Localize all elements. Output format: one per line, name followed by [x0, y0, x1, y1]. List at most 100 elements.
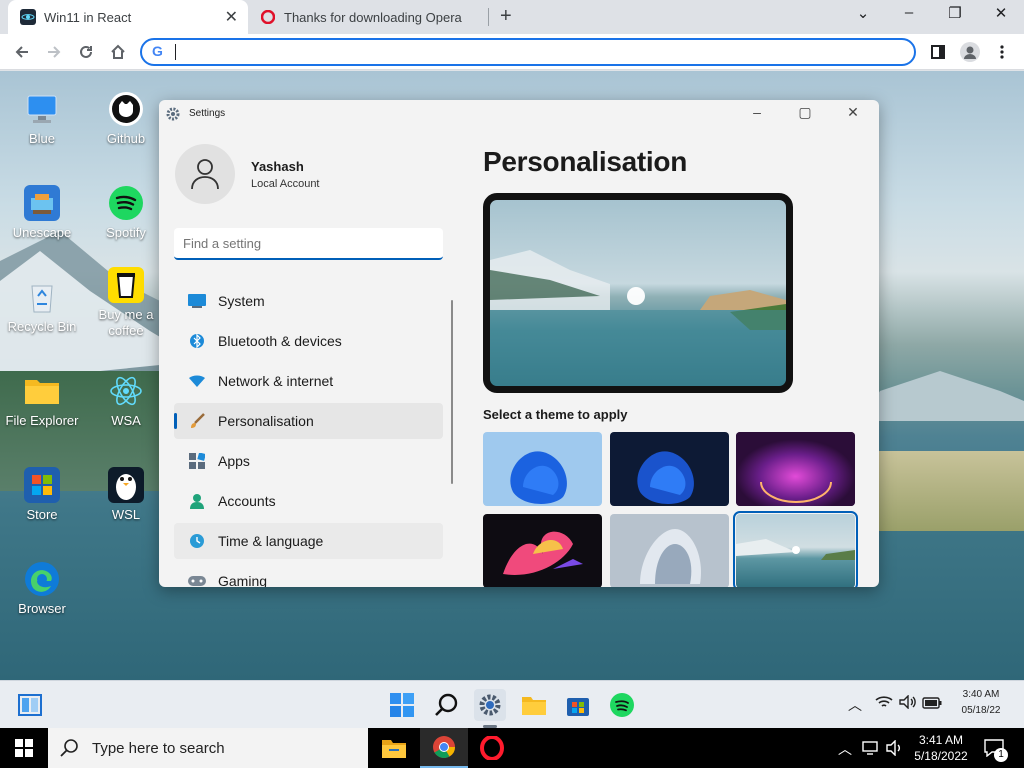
nav-item-bluetooth[interactable]: Bluetooth & devices	[174, 323, 443, 359]
volume-tray-icon[interactable]	[899, 694, 917, 714]
address-bar[interactable]: G	[140, 38, 916, 66]
wifi-tray-icon[interactable]	[875, 695, 893, 714]
theme-thumbnail-glow[interactable]	[736, 432, 855, 506]
battery-tray-icon[interactable]	[922, 696, 942, 714]
win10-time: 3:41 AM	[918, 733, 964, 747]
nav-item-gaming[interactable]: Gaming	[174, 563, 443, 587]
start-icon[interactable]	[386, 689, 418, 721]
brush-icon	[188, 412, 206, 430]
theme-thumbnail-flow[interactable]	[610, 514, 729, 587]
desktop-icon-file-explorer[interactable]: File Explorer	[0, 373, 84, 429]
windows-search-box[interactable]: Type here to search	[48, 728, 368, 768]
user-icon	[191, 159, 219, 190]
desktop-icon-label: WSA	[111, 413, 141, 428]
nav-item-accounts[interactable]: Accounts	[174, 483, 443, 519]
wifi-icon	[188, 372, 206, 390]
close-button[interactable]: ✕	[981, 4, 1021, 22]
nav-item-apps[interactable]: Apps	[174, 443, 443, 479]
nav-item-system[interactable]: System	[174, 283, 443, 319]
kebab-menu-icon[interactable]	[990, 40, 1014, 64]
find-setting-input[interactable]	[174, 228, 443, 260]
nav-label: Gaming	[218, 573, 268, 587]
accounts-icon	[188, 492, 206, 510]
home-icon[interactable]	[106, 40, 130, 64]
settings-maximize-button[interactable]: ▢	[785, 104, 825, 121]
win10-taskbar: Type here to search ︿ 3:41 AM 5/18/2022 …	[0, 728, 1024, 768]
file-explorer-icon[interactable]	[518, 689, 550, 721]
desktop-icon-buy-me-a-coffee[interactable]: Buy me a coffee	[84, 267, 168, 339]
tab-close-icon[interactable]: ✕	[225, 7, 238, 27]
theme-thumbnail-dark-bloom[interactable]	[610, 432, 729, 506]
coffee-icon	[108, 267, 144, 303]
flow-icon	[640, 529, 701, 584]
nav-label: Network & internet	[218, 373, 334, 389]
store-taskbar-icon[interactable]	[562, 689, 594, 721]
minimize-button[interactable]: –	[889, 4, 929, 21]
nav-item-network[interactable]: Network & internet	[174, 363, 443, 399]
theme-section-label: Select a theme to apply	[483, 407, 628, 422]
nav-label: Personalisation	[218, 413, 314, 429]
network-tray-icon[interactable]	[862, 740, 880, 759]
back-arrow-icon[interactable]	[10, 40, 34, 64]
nav-scrollbar[interactable]	[451, 300, 453, 484]
profile-avatar-icon[interactable]	[958, 40, 982, 64]
desktop-icon-github[interactable]: Github	[84, 91, 168, 147]
tab-search-chevron-icon[interactable]: ⌄	[843, 4, 883, 22]
reload-icon[interactable]	[74, 40, 98, 64]
tray-chevron-up-icon[interactable]: ︿	[848, 695, 862, 715]
win10-clock[interactable]: 3:41 AM 5/18/2022	[908, 732, 974, 764]
file-explorer-win10-icon[interactable]	[370, 728, 418, 768]
desktop-icon-label: File Explorer	[5, 413, 79, 428]
desktop-icon-label: Spotify	[106, 225, 146, 240]
desktop-icon-recycle-bin[interactable]: Recycle Bin	[0, 279, 84, 335]
react-icon	[108, 373, 144, 409]
desktop-icon-store[interactable]: Store	[0, 467, 84, 523]
tab-divider	[488, 8, 489, 26]
recycle-bin-icon	[24, 279, 60, 315]
desktop-icon-browser[interactable]: Browser	[0, 561, 84, 617]
settings-gear-icon	[166, 107, 180, 126]
side-panel-icon[interactable]	[926, 40, 950, 64]
nav-item-personalisation[interactable]: Personalisation	[174, 403, 443, 439]
windows-start-icon[interactable]	[0, 728, 48, 768]
desktop-icon-label: Buy me a coffee	[98, 307, 154, 338]
sunrise-icon	[736, 539, 855, 560]
nav-item-time-language[interactable]: Time & language	[174, 523, 443, 559]
desktop-icon-spotify[interactable]: Spotify	[84, 185, 168, 241]
nav-label: Apps	[218, 453, 250, 469]
desktop-icon-label: Browser	[18, 601, 66, 616]
win11-clock[interactable]: 3:40 AM 05/18/22	[946, 687, 1016, 719]
nav-label: Time & language	[218, 533, 324, 549]
selection-indicator	[174, 413, 177, 429]
theme-thumbnail-light-bloom[interactable]	[483, 432, 602, 506]
user-avatar[interactable]	[175, 144, 235, 204]
speaker-tray-icon[interactable]	[886, 739, 904, 759]
win11-time: 3:40 AM	[962, 689, 1000, 700]
spotify-taskbar-icon[interactable]	[606, 689, 638, 721]
desktop-icon-unescape[interactable]: Unescape	[0, 185, 84, 241]
desktop-icon-wsl[interactable]: WSL	[84, 467, 168, 523]
search-icon[interactable]	[430, 689, 462, 721]
chrome-icon[interactable]	[420, 728, 468, 768]
tab-win11-in-react[interactable]: Win11 in React ✕	[8, 0, 248, 34]
desktop-icon-wsa[interactable]: WSA	[84, 373, 168, 429]
settings-taskbar-icon[interactable]	[474, 689, 506, 721]
system-icon	[188, 292, 206, 310]
google-icon: G	[152, 43, 163, 59]
globe-clock-icon	[188, 532, 206, 550]
tray-up-arrow-icon[interactable]: ︿	[838, 739, 852, 759]
restore-button[interactable]: ❐	[935, 4, 975, 22]
opera-icon[interactable]	[468, 728, 516, 768]
theme-thumbnail-sunrise[interactable]	[733, 511, 858, 587]
tab-opera-download[interactable]: Thanks for downloading Opera	[250, 0, 488, 34]
theme-thumbnail-captured-motion[interactable]	[483, 514, 602, 587]
widgets-icon[interactable]	[14, 689, 46, 721]
github-icon	[108, 91, 144, 127]
settings-close-button[interactable]: ✕	[833, 104, 873, 121]
settings-minimize-button[interactable]: –	[737, 104, 777, 120]
new-tab-button[interactable]: +	[500, 5, 512, 28]
nav-label: System	[218, 293, 265, 309]
desktop-icon-label: Recycle Bin	[7, 319, 77, 334]
forward-arrow-icon[interactable]	[42, 40, 66, 64]
desktop-icon-blue[interactable]: Blue	[0, 91, 84, 147]
